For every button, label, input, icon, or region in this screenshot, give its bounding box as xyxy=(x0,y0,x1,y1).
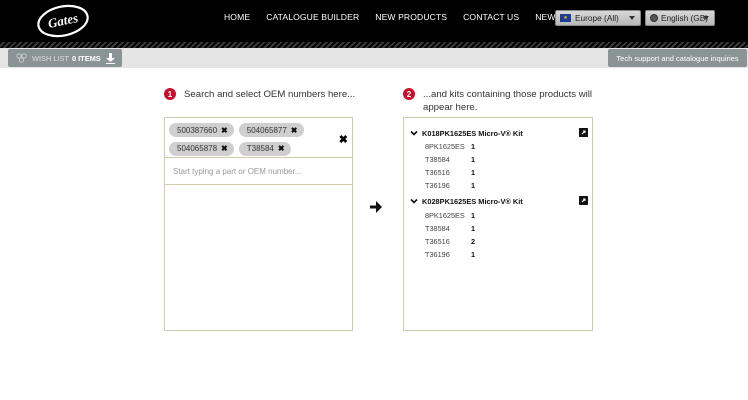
language-select-value: English (GB) xyxy=(661,13,708,23)
oem-search-panel: 500387660 ✖ 504065877 ✖ 504065878 ✖ T385… xyxy=(164,117,353,331)
external-link-icon[interactable] xyxy=(579,196,588,205)
kit-part-row: 8PK1625ES1 xyxy=(425,210,475,221)
kit-part-row: 8PK1625ES1 xyxy=(425,141,475,152)
arrow-right-icon xyxy=(369,200,383,214)
clear-all-close-icon[interactable]: ✖ xyxy=(339,133,348,146)
part-qty: 1 xyxy=(471,155,475,164)
step-1-badge: 1 xyxy=(164,88,176,100)
part-number: T38584 xyxy=(425,155,471,164)
step-1-instruction: 1 Search and select OEM numbers here... xyxy=(164,88,364,101)
region-select-value: Europe (All) xyxy=(575,13,619,23)
part-number: T36196 xyxy=(425,181,471,190)
oem-tag-label: 504065877 xyxy=(247,126,287,135)
external-link-icon[interactable] xyxy=(579,128,588,137)
nav-home[interactable]: HOME xyxy=(224,12,250,22)
part-qty: 1 xyxy=(471,224,475,233)
oem-tag-label: 500387660 xyxy=(177,126,217,135)
kit-header[interactable]: K018PK1625ES Micro-V® Kit xyxy=(410,127,588,139)
close-icon[interactable]: ✖ xyxy=(291,126,298,135)
chevron-down-icon xyxy=(410,197,418,205)
selected-tags: 500387660 ✖ 504065877 ✖ 504065878 ✖ T385… xyxy=(165,118,352,158)
part-number: 8PK1625ES xyxy=(425,142,471,151)
close-icon[interactable]: ✖ xyxy=(278,144,285,153)
step-2-badge: 2 xyxy=(403,88,415,100)
wishlist-icon xyxy=(16,53,28,63)
oem-tag: 504065878 ✖ xyxy=(169,142,234,156)
globe-icon xyxy=(650,14,658,22)
kit-part-row: T385841 xyxy=(425,154,475,165)
main-nav: HOME CATALOGUE BUILDER NEW PRODUCTS CONT… xyxy=(224,12,611,22)
kit-part-row: T365161 xyxy=(425,167,475,178)
part-qty: 1 xyxy=(471,250,475,259)
kit-part-row: T365162 xyxy=(425,236,475,247)
wishlist-label: WISH LIST xyxy=(32,54,69,63)
nav-catalogue-builder[interactable]: CATALOGUE BUILDER xyxy=(266,12,359,22)
tech-support-button[interactable]: Tech support and catalogue inquiries xyxy=(608,49,747,67)
part-number: T38584 xyxy=(425,224,471,233)
step-1-text: Search and select OEM numbers here... xyxy=(184,88,355,101)
download-arrow-icon xyxy=(106,53,115,64)
toolbar: WISH LIST 0 ITEMS Tech support and catal… xyxy=(0,48,748,68)
gates-logo[interactable]: Gates xyxy=(36,4,90,38)
kit-part-row: T361961 xyxy=(425,249,475,260)
language-select[interactable]: English (GB) xyxy=(645,10,715,26)
chevron-down-icon xyxy=(410,129,418,137)
part-qty: 1 xyxy=(471,181,475,190)
kit-results-panel: K018PK1625ES Micro-V® Kit 8PK1625ES1 T38… xyxy=(403,117,593,331)
kit-header[interactable]: K028PK1625ES Micro-V® Kit xyxy=(410,195,588,207)
part-number: T36516 xyxy=(425,237,471,246)
part-number: T36196 xyxy=(425,250,471,259)
part-number: T36516 xyxy=(425,168,471,177)
region-select[interactable]: ★ Europe (All) xyxy=(555,10,641,26)
part-qty: 1 xyxy=(471,211,475,220)
part-number: 8PK1625ES xyxy=(425,211,471,220)
oem-tag: T38584 ✖ xyxy=(239,142,291,156)
kit-part-row: T361961 xyxy=(425,180,475,191)
chevron-down-icon xyxy=(703,16,709,20)
oem-tag: 504065877 ✖ xyxy=(239,123,304,137)
oem-search-input[interactable] xyxy=(165,158,352,185)
site-header: Gates HOME CATALOGUE BUILDER NEW PRODUCT… xyxy=(0,0,748,42)
step-2-text: ...and kits containing those products wi… xyxy=(423,88,603,114)
part-qty: 1 xyxy=(471,168,475,177)
oem-tag-label: 504065878 xyxy=(177,144,217,153)
kit-name: K018PK1625ES Micro-V® Kit xyxy=(422,129,523,138)
close-icon[interactable]: ✖ xyxy=(221,144,228,153)
chevron-down-icon xyxy=(629,16,635,20)
kit-name: K028PK1625ES Micro-V® Kit xyxy=(422,197,523,206)
wishlist-button[interactable]: WISH LIST 0 ITEMS xyxy=(8,49,122,67)
oem-tag: 500387660 ✖ xyxy=(169,123,234,137)
part-qty: 2 xyxy=(471,237,475,246)
part-qty: 1 xyxy=(471,142,475,151)
kit-part-row: T385841 xyxy=(425,223,475,234)
nav-new-products[interactable]: NEW PRODUCTS xyxy=(375,12,447,22)
eu-flag-icon: ★ xyxy=(560,14,571,22)
logo-text: Gates xyxy=(46,10,79,31)
wishlist-count: 0 ITEMS xyxy=(72,54,101,63)
step-2-instruction: 2 ...and kits containing those products … xyxy=(403,88,603,114)
close-icon[interactable]: ✖ xyxy=(221,126,228,135)
nav-contact-us[interactable]: CONTACT US xyxy=(463,12,519,22)
oem-tag-label: T38584 xyxy=(247,144,274,153)
